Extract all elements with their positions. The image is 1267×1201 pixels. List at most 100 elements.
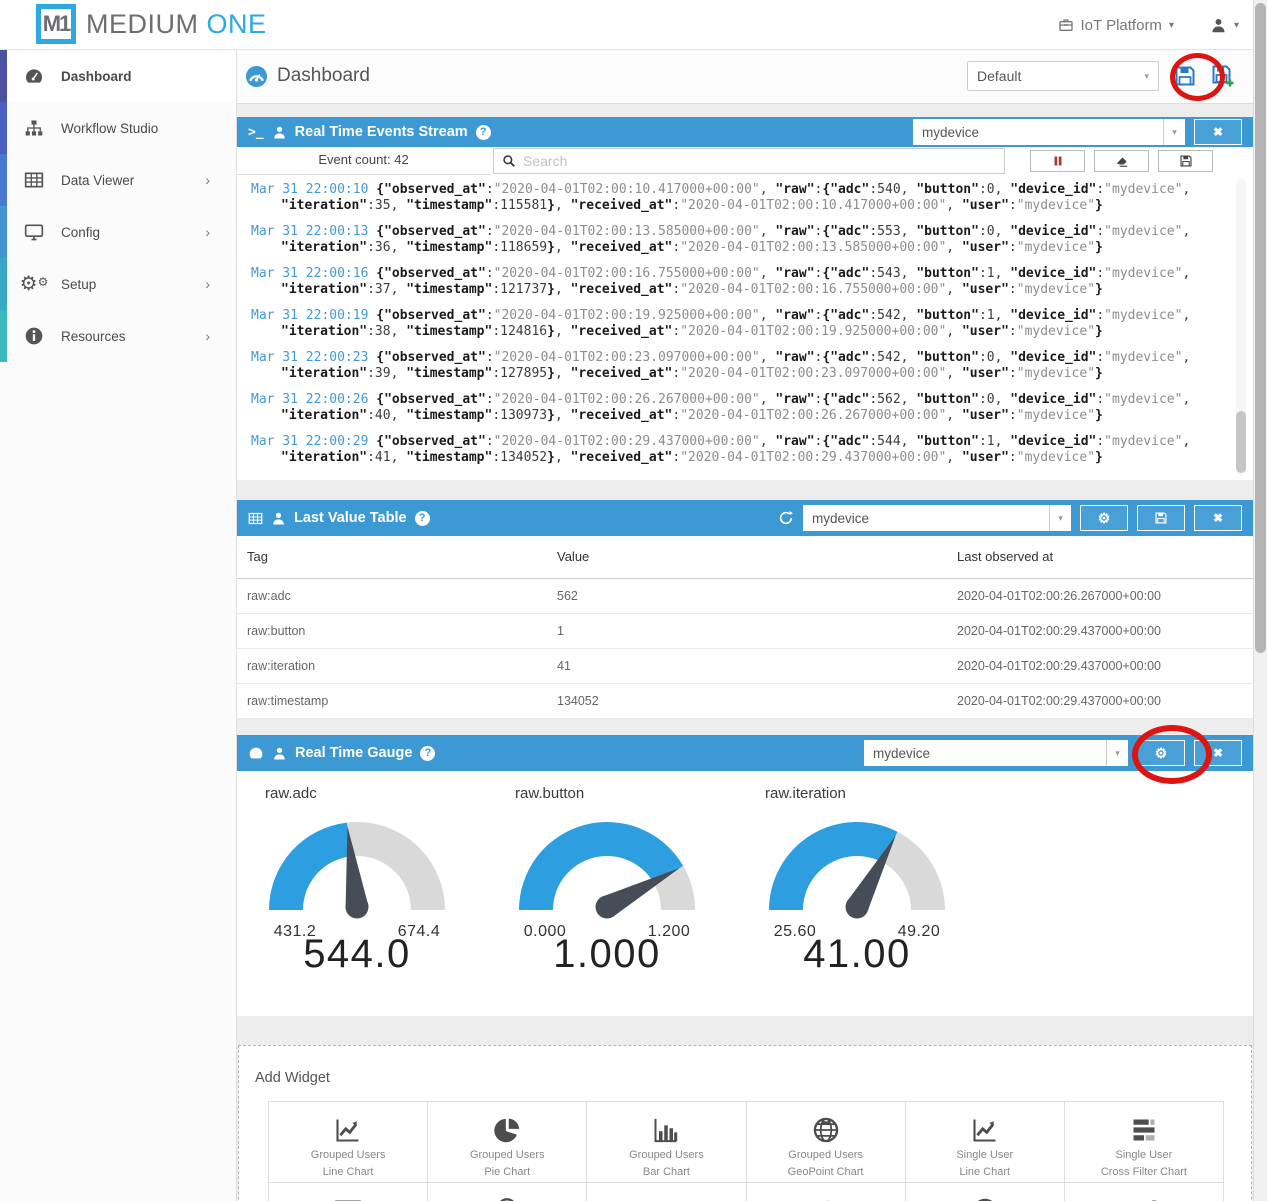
bar-chart-icon xyxy=(652,1113,680,1147)
table-cell: raw:timestamp xyxy=(237,683,547,718)
sidebar-item-label: Data Viewer xyxy=(61,173,134,188)
platform-label: IoT Platform xyxy=(1081,17,1162,34)
close-widget-button[interactable]: ✖ xyxy=(1194,119,1242,145)
chevron-down-icon: ▾ xyxy=(1169,20,1174,31)
globe-icon xyxy=(971,1194,999,1201)
add-widget-line-chart[interactable]: Grouped UsersLine Chart xyxy=(269,1102,428,1183)
sidebar-accent-strip xyxy=(0,206,7,258)
event-log-entry: Mar 31 22:00:13 {"observed_at":"2020-04-… xyxy=(251,224,1223,256)
save-as-new-dashboard-icon[interactable] xyxy=(1211,64,1235,88)
device-select[interactable]: mydevice ▾ xyxy=(864,740,1128,766)
brand-logo[interactable]: M1 MEDIUM ONE xyxy=(36,4,267,44)
medium-one-logo: M1 xyxy=(36,4,76,44)
add-widget-partial-cell[interactable] xyxy=(587,1183,746,1201)
sidebar-item-label: Setup xyxy=(61,277,96,292)
last-value-table: TagValueLast observed at raw:adc5622020-… xyxy=(237,536,1253,719)
chevron-down-icon: ▾ xyxy=(1163,119,1185,145)
sidebar-item-data-viewer[interactable]: Data Viewer › xyxy=(0,154,236,206)
save-dashboard-icon[interactable] xyxy=(1173,64,1197,88)
platform-menu[interactable]: IoT Platform ▾ xyxy=(1058,17,1174,34)
close-widget-button[interactable]: ✖ xyxy=(1194,740,1242,766)
widget-settings-button[interactable]: ⚙ xyxy=(1137,740,1185,766)
brand-text: MEDIUM ONE xyxy=(86,9,267,40)
search-icon xyxy=(502,154,516,168)
add-widget-line1: Single User xyxy=(956,1149,1013,1161)
last-value-table-header: Last Value Table ? mydevice ▾ ⚙ ✖ xyxy=(237,500,1253,536)
events-scrollbar[interactable] xyxy=(1236,179,1246,475)
add-widget-bar-chart[interactable]: Grouped UsersBar Chart xyxy=(587,1102,746,1183)
add-widget-cross-filter-chart[interactable]: Single UserCross Filter Chart xyxy=(1065,1102,1224,1183)
add-widget-line2: Bar Chart xyxy=(643,1166,690,1178)
chevron-down-icon: ▾ xyxy=(1234,20,1239,31)
line-chart-icon xyxy=(334,1113,362,1147)
table-row: raw:iteration412020-04-01T02:00:29.43700… xyxy=(237,648,1253,683)
device-select[interactable]: mydevice ▾ xyxy=(803,505,1071,531)
event-log-entry: Mar 31 22:00:26 {"observed_at":"2020-04-… xyxy=(251,392,1223,424)
event-log-entry: Mar 31 22:00:10 {"observed_at":"2020-04-… xyxy=(251,182,1223,214)
help-icon[interactable]: ? xyxy=(420,746,435,761)
add-widget-geopoint-chart[interactable]: Grouped Users GeoPoint Chart xyxy=(747,1102,906,1183)
page-scrollbar-thumb[interactable] xyxy=(1255,3,1266,653)
add-widget-line1: Grouped Users xyxy=(788,1149,863,1161)
widget-save-button[interactable] xyxy=(1137,505,1185,531)
widget-settings-button[interactable]: ⚙ xyxy=(1080,505,1128,531)
info-icon xyxy=(21,326,47,346)
sidebar-item-dashboard[interactable]: Dashboard xyxy=(0,50,236,102)
save-icon xyxy=(1179,154,1193,168)
events-scrollbar-thumb[interactable] xyxy=(1236,411,1246,473)
gauge-raw.adc: raw.adc431.2674.4544.0 xyxy=(257,785,457,990)
device-select-value: mydevice xyxy=(864,746,1106,761)
widget-title: Last Value Table xyxy=(294,510,407,526)
clear-stream-button[interactable] xyxy=(1094,150,1149,172)
table-row: raw:adc5622020-04-01T02:00:26.267000+00:… xyxy=(237,578,1253,613)
add-widget-pie-chart[interactable]: Grouped UsersPie Chart xyxy=(428,1102,587,1183)
column-header: Last observed at xyxy=(947,536,1253,578)
main-content: Dashboard Default ▾ >_ Real Time Events … xyxy=(237,50,1253,1201)
column-header: Value xyxy=(547,536,947,578)
gauge-title: raw.adc xyxy=(265,785,457,802)
add-widget-partial-cell[interactable] xyxy=(747,1183,906,1201)
chevron-right-icon: › xyxy=(205,172,210,188)
user-menu[interactable]: ▾ xyxy=(1210,17,1239,34)
events-stream-widget: >_ Real Time Events Stream ? mydevice ▾ … xyxy=(237,117,1253,480)
pause-stream-button[interactable] xyxy=(1030,150,1085,172)
add-widget-partial-cell[interactable] xyxy=(1065,1183,1224,1201)
gauge-arc xyxy=(507,804,707,922)
event-log: Mar 31 22:00:10 {"observed_at":"2020-04-… xyxy=(237,175,1253,480)
chevron-right-icon: › xyxy=(205,276,210,292)
sidebar-item-setup[interactable]: ⚙⚙ Setup › xyxy=(0,258,236,310)
add-widget-line-chart[interactable]: Single User Line Chart xyxy=(906,1102,1065,1183)
search-input[interactable] xyxy=(523,153,996,169)
real-time-gauge-header: Real Time Gauge ? mydevice ▾ ⚙ ✖ xyxy=(237,735,1253,771)
chevron-down-icon: ▾ xyxy=(1049,505,1071,531)
help-icon[interactable]: ? xyxy=(476,125,491,140)
sidebar: DashboardWorkflow StudioData Viewer›Conf… xyxy=(0,50,237,1201)
add-widget-partial-cell[interactable] xyxy=(906,1183,1065,1201)
add-widget-line2: Pie Chart xyxy=(484,1166,530,1178)
sidebar-item-config[interactable]: Config› xyxy=(0,206,236,258)
device-select[interactable]: mydevice ▾ xyxy=(913,119,1185,145)
page-header: Dashboard Default ▾ xyxy=(237,50,1253,104)
add-widget-line2: Line Chart xyxy=(959,1166,1010,1178)
table-cell: 1 xyxy=(547,613,947,648)
add-widget-line2: GeoPoint Chart xyxy=(788,1166,864,1178)
table-cell: 2020-04-01T02:00:26.267000+00:00 xyxy=(947,578,1253,613)
save-stream-button[interactable] xyxy=(1158,150,1213,172)
add-widget-partial-cell[interactable] xyxy=(269,1183,428,1201)
gauge-value: 544.0 xyxy=(257,932,457,977)
add-widget-partial-cell[interactable] xyxy=(428,1183,587,1201)
page-scrollbar[interactable] xyxy=(1253,0,1267,1201)
chevron-right-icon: › xyxy=(205,224,210,240)
gears-icon: ⚙⚙ xyxy=(21,274,47,294)
help-icon[interactable]: ? xyxy=(415,511,430,526)
gear-icon: ⚙ xyxy=(1155,746,1168,761)
dashboard-select[interactable]: Default ▾ xyxy=(967,61,1159,91)
sidebar-accent-strip xyxy=(0,258,7,310)
gauge-title: raw.button xyxy=(515,785,707,802)
sidebar-item-resources[interactable]: Resources› xyxy=(0,310,236,362)
refresh-icon[interactable] xyxy=(778,510,794,526)
close-widget-button[interactable]: ✖ xyxy=(1194,505,1242,531)
sidebar-item-workflow-studio[interactable]: Workflow Studio xyxy=(0,102,236,154)
add-widget-line2: Line Chart xyxy=(323,1166,374,1178)
organization-icon xyxy=(1058,17,1074,33)
